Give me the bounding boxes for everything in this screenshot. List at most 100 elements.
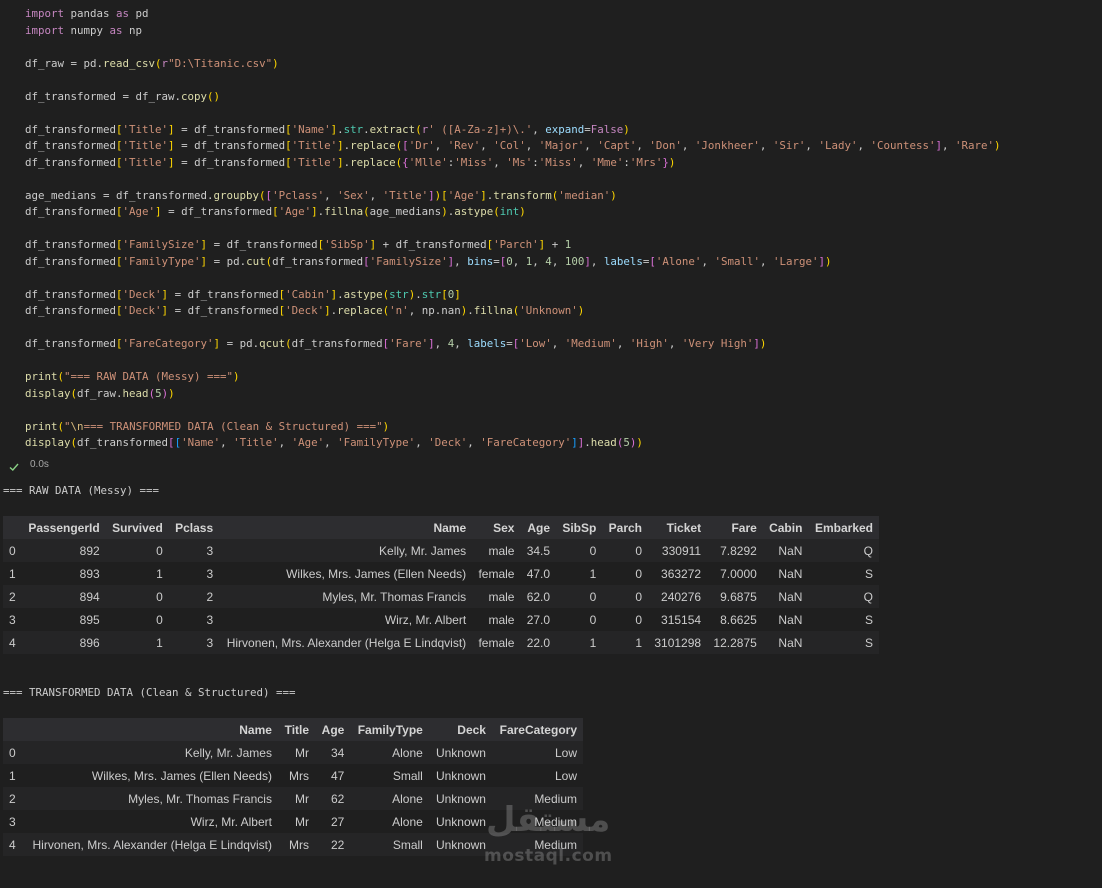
code-line[interactable]	[25, 270, 1001, 287]
code-line[interactable]: print("=== RAW DATA (Messy) ===")	[25, 369, 1001, 386]
table-cell: 893	[79, 566, 100, 581]
table-cell: Unknown	[435, 814, 486, 829]
code-line[interactable]: display(df_transformed[['Name', 'Title',…	[25, 435, 1001, 452]
row-index: 1	[9, 768, 16, 783]
table-cell: 3	[206, 543, 214, 558]
row-index: 3	[9, 814, 16, 829]
column-header: Name	[22, 718, 278, 741]
code-line[interactable]: df_transformed['FareCategory'] = pd.qcut…	[25, 336, 1001, 353]
table-cell: Unknown	[435, 791, 486, 806]
table-row: 3 Wirz, Mr. Albert Mr 27 Alone Unknown Medium	[3, 810, 583, 833]
code-line[interactable]	[25, 402, 1001, 419]
table-cell: 12.2875	[713, 635, 757, 650]
code-line[interactable]: import pandas as pd	[25, 6, 1001, 23]
table-cell: Medium	[534, 837, 577, 852]
table-cell: 1	[635, 635, 642, 650]
table-cell: 0	[589, 612, 597, 627]
code-line[interactable]: df_transformed['Title'] = df_transformed…	[25, 155, 1001, 172]
code-line[interactable]	[25, 39, 1001, 56]
table-cell: 47.0	[526, 566, 551, 581]
code-line[interactable]: df_transformed['FamilySize'] = df_transf…	[25, 237, 1001, 254]
code-line[interactable]	[25, 105, 1001, 122]
column-header: Fare	[707, 516, 763, 539]
table-cell: Mrs	[289, 837, 310, 852]
column-header: Age	[520, 516, 557, 539]
table-cell: 27.0	[526, 612, 551, 627]
code-line[interactable]: df_transformed['Title'] = df_transformed…	[25, 122, 1001, 139]
table-cell: 0	[635, 543, 642, 558]
column-header: Survived	[105, 516, 169, 539]
table-header-row: Name Title Age FamilyType Deck FareCategory	[3, 718, 583, 741]
table-cell: 1	[156, 635, 163, 650]
code-line[interactable]	[25, 72, 1001, 89]
row-index: 3	[9, 612, 16, 627]
code-line[interactable]: display(df_raw.head(5))	[25, 386, 1001, 403]
table-row: 4 896 1 3 Hirvonen, Mrs. Alexander (Helga E …	[3, 631, 879, 654]
code-line[interactable]: print("\n=== TRANSFORMED DATA (Clean & S…	[25, 419, 1001, 436]
table-row: 4 Hirvonen, Mrs. Alexander (Helga E Lindq…	[3, 833, 583, 856]
table-cell: male	[488, 589, 515, 604]
table-cell: Alone	[392, 791, 423, 806]
code-line[interactable]: df_raw = pd.read_csv(r"D:\Titanic.csv")	[25, 56, 1001, 73]
table-cell: 0	[635, 566, 642, 581]
table-cell: 9.6875	[720, 589, 757, 604]
column-header: Embarked	[808, 516, 879, 539]
table-row: 3 895 0 3 Wirz, Mr. Albert male 27.0 0 0 315154 8.…	[3, 608, 879, 631]
column-header: Pclass	[168, 516, 220, 539]
table-cell: 0	[589, 543, 597, 558]
table-cell: 8.6625	[720, 612, 757, 627]
column-header: Title	[277, 718, 316, 741]
column-header: Sex	[472, 516, 521, 539]
code-line[interactable]: df_transformed = df_raw.copy()	[25, 89, 1001, 106]
table-cell: 896	[79, 635, 100, 650]
table-cell: Low	[554, 745, 577, 760]
table-cell: Q	[863, 543, 873, 558]
table-cell: 0	[635, 612, 642, 627]
table-cell: Kelly, Mr. James	[184, 745, 272, 760]
code-line[interactable]	[25, 320, 1001, 337]
column-header: FamilyType	[350, 718, 429, 741]
column-header: PassengerId	[21, 516, 106, 539]
code-line[interactable]: df_transformed['Title'] = df_transformed…	[25, 138, 1001, 155]
table-cell: 895	[79, 612, 100, 627]
code-line[interactable]	[25, 221, 1001, 238]
table-cell: Medium	[534, 814, 577, 829]
table-cell: Mr	[295, 814, 310, 829]
table-cell: 0	[589, 589, 597, 604]
table-cell: Medium	[534, 791, 577, 806]
code-line[interactable]: df_transformed['Deck'] = df_transformed[…	[25, 303, 1001, 320]
code-line[interactable]: df_transformed['FamilyType'] = pd.cut(df…	[25, 254, 1001, 271]
table-cell: 1	[156, 566, 163, 581]
code-line[interactable]: df_transformed['Age'] = df_transformed['…	[25, 204, 1001, 221]
table-cell: 315154	[661, 612, 702, 627]
column-header: Deck	[428, 718, 492, 741]
column-header: Ticket	[648, 516, 708, 539]
code-line[interactable]: age_medians = df_transformed.groupby(['P…	[25, 188, 1001, 205]
table-cell: 47	[330, 768, 345, 783]
code-cell[interactable]: import pandas as pd import numpy as np df…	[0, 0, 1102, 456]
table-cell: NaN	[778, 543, 803, 558]
code-editor[interactable]: import pandas as pd import numpy as np df…	[25, 6, 1001, 452]
table-cell: male	[488, 612, 515, 627]
row-index: 0	[9, 543, 16, 558]
table-cell: S	[864, 635, 873, 650]
code-line[interactable]	[25, 171, 1001, 188]
code-line[interactable]	[25, 353, 1001, 370]
table-cell: 3101298	[654, 635, 702, 650]
table-cell: 34.5	[526, 543, 551, 558]
table-cell: 330911	[661, 543, 702, 558]
table-row: 1 Wilkes, Mrs. James (Ellen Needs) Mrs 47 Sm…	[3, 764, 583, 787]
table-cell: 1	[589, 566, 597, 581]
table-cell: 0	[156, 543, 163, 558]
table-cell: Mr	[295, 745, 310, 760]
table-cell: 0	[156, 612, 163, 627]
code-line[interactable]: import numpy as np	[25, 23, 1001, 40]
code-line[interactable]: df_transformed['Deck'] = df_transformed[…	[25, 287, 1001, 304]
table-header-row: PassengerId Survived Pclass Name Sex Age SibSp…	[3, 516, 879, 539]
table-row: 0 892 0 3 Kelly, Mr. James male 34.5 0 0 330911 7.…	[3, 539, 879, 562]
table-cell: NaN	[778, 635, 803, 650]
row-index: 2	[9, 589, 16, 604]
row-index: 0	[9, 745, 16, 760]
table-cell: 3	[206, 635, 214, 650]
column-header: FareCategory	[491, 718, 583, 741]
